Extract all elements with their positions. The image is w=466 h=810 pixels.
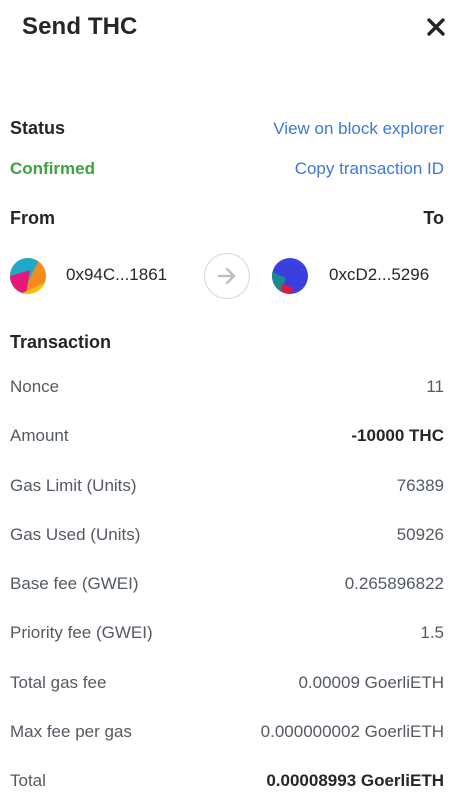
total-label: Total: [10, 771, 46, 790]
view-on-block-explorer-link[interactable]: View on block explorer: [273, 119, 444, 139]
total-gas-fee-value: 0.00009 GoerliETH: [298, 673, 444, 692]
status-row: Status View on block explorer: [10, 118, 444, 139]
gas-limit-label: Gas Limit (Units): [10, 476, 137, 495]
table-row-priority-fee: Priority fee (GWEI) 1.5: [10, 623, 444, 643]
table-row-amount: Amount -10000 THC: [10, 426, 444, 446]
total-value: 0.00008993 GoerliETH: [266, 771, 444, 790]
page-title: Send THC: [22, 13, 138, 40]
close-button[interactable]: [424, 15, 448, 39]
direction-indicator: [204, 253, 250, 299]
max-fee-per-gas-value: 0.000000002 GoerliETH: [260, 722, 444, 741]
nonce-label: Nonce: [10, 377, 60, 396]
status-label: Status: [10, 118, 66, 138]
status-value-row: Confirmed Copy transaction ID: [10, 159, 444, 179]
table-row-base-fee: Base fee (GWEI) 0.265896822: [10, 574, 444, 594]
table-row-gas-limit: Gas Limit (Units) 76389: [10, 476, 444, 496]
from-to-labels: From To: [10, 208, 444, 229]
from-address[interactable]: 0x94C...1861: [66, 265, 167, 285]
nonce-value: 11: [426, 377, 444, 396]
table-row-nonce: Nonce 11: [10, 377, 444, 397]
table-row-total: Total 0.00008993 GoerliETH: [10, 771, 444, 791]
table-row-max-fee-per-gas: Max fee per gas 0.000000002 GoerliETH: [10, 722, 444, 742]
table-row-gas-used: Gas Used (Units) 50926: [10, 525, 444, 545]
from-label: From: [10, 208, 55, 228]
priority-fee-label: Priority fee (GWEI): [10, 623, 153, 642]
gas-limit-value: 76389: [396, 476, 444, 495]
amount-value: -10000 THC: [351, 426, 444, 445]
table-row-total-gas-fee: Total gas fee 0.00009 GoerliETH: [10, 673, 444, 693]
modal-header: Send THC: [22, 10, 448, 44]
priority-fee-value: 1.5: [420, 623, 444, 642]
transaction-heading-row: Transaction: [10, 332, 444, 353]
to-address[interactable]: 0xcD2...5296: [329, 265, 429, 285]
base-fee-label: Base fee (GWEI): [10, 574, 139, 593]
gas-used-value: 50926: [396, 525, 444, 544]
to-avatar: [272, 258, 308, 294]
base-fee-value: 0.265896822: [344, 574, 444, 593]
transaction-heading: Transaction: [10, 332, 112, 352]
address-row: 0x94C...1861 0xcD2...5296: [10, 252, 444, 300]
total-gas-fee-label: Total gas fee: [10, 673, 107, 692]
arrow-right-icon: [217, 267, 236, 285]
close-icon: [427, 18, 445, 36]
to-label: To: [423, 208, 444, 228]
amount-label: Amount: [10, 426, 69, 445]
from-avatar: [10, 258, 46, 294]
copy-transaction-id-link[interactable]: Copy transaction ID: [295, 159, 444, 179]
status-badge: Confirmed: [10, 159, 95, 178]
gas-used-label: Gas Used (Units): [10, 525, 141, 544]
max-fee-per-gas-label: Max fee per gas: [10, 722, 132, 741]
